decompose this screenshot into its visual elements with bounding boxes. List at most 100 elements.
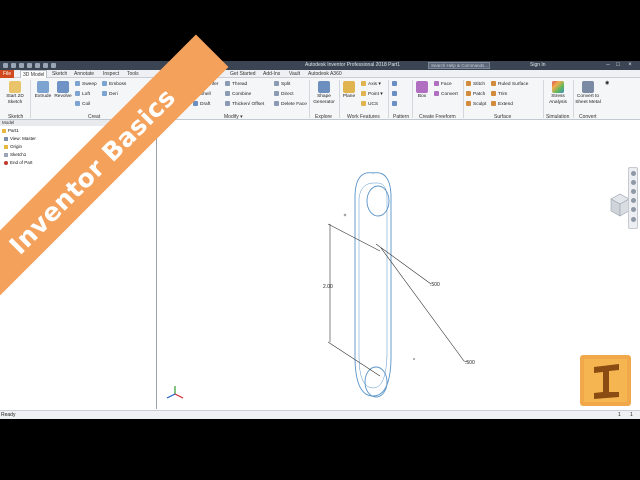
browser-item-origin[interactable]: Origin <box>4 144 22 150</box>
tab-tools[interactable]: Tools <box>127 70 139 78</box>
split-button[interactable]: Split <box>274 81 290 88</box>
status-text: Ready <box>1 412 16 418</box>
patch-button[interactable]: Patch <box>466 91 485 98</box>
search-input[interactable]: Search Help & Commands... <box>428 62 490 69</box>
browser-item-sketch1[interactable]: Sketch1 <box>4 152 26 158</box>
divider <box>388 80 389 118</box>
face-button[interactable]: Face <box>434 81 452 88</box>
convert-to-sheet-metal-button[interactable]: Convert to Sheet Metal <box>574 81 602 105</box>
box-button[interactable]: Box <box>414 81 430 100</box>
browser-item-end-of-part[interactable]: End of Part <box>4 160 33 166</box>
start-sketch-button[interactable]: Start 2D Sketch <box>3 81 27 105</box>
ucs-button[interactable]: UCS <box>361 101 378 108</box>
emboss-icon <box>102 81 107 86</box>
maximize-icon[interactable]: □ <box>614 62 622 69</box>
sculpt-button[interactable]: Sculpt <box>466 101 486 108</box>
circular-pattern-icon[interactable] <box>392 91 399 98</box>
extrude-button[interactable]: Extrude <box>33 81 53 100</box>
tab-file[interactable]: File <box>0 70 15 78</box>
stitch-button[interactable]: Stitch <box>466 81 485 88</box>
eye-icon[interactable]: ◉ <box>605 81 609 87</box>
save-icon[interactable] <box>27 63 32 68</box>
sketch-drawing: 2.00 .500 .500 <box>166 172 630 399</box>
view-icon <box>4 136 8 141</box>
plane-button[interactable]: Plane <box>341 81 357 100</box>
browser-item-part1[interactable]: Part1 <box>2 128 19 134</box>
combine-icon <box>225 91 230 96</box>
extrude-icon <box>37 81 49 93</box>
zoom-icon[interactable] <box>631 189 636 194</box>
full-navigation-wheel-icon[interactable] <box>631 171 636 176</box>
new-icon[interactable] <box>11 63 16 68</box>
axis-icon <box>361 81 366 86</box>
revolve-icon <box>57 81 69 93</box>
stress-analysis-button[interactable]: Stress Analysis <box>545 81 571 105</box>
ruled-surface-button[interactable]: Ruled Surface <box>491 81 528 88</box>
minimize-icon[interactable]: – <box>604 62 612 69</box>
dimension-lines <box>327 223 469 377</box>
draft-button[interactable]: Draft <box>193 101 210 108</box>
tab-annotate[interactable]: Annotate <box>74 70 94 78</box>
open-icon[interactable] <box>19 63 24 68</box>
cursor-icon <box>343 213 347 217</box>
derive-button[interactable]: Deri <box>102 91 118 98</box>
tab-autodesk-a360[interactable]: Autodesk A360 <box>308 70 342 78</box>
dimension-label[interactable]: .500 <box>430 282 440 288</box>
close-icon[interactable]: × <box>626 62 634 69</box>
face-icon <box>434 81 439 86</box>
extend-icon <box>491 101 496 106</box>
orbit-icon[interactable] <box>631 198 636 203</box>
plane-icon <box>343 81 355 93</box>
home-icon[interactable] <box>51 63 56 68</box>
tab-vault[interactable]: Vault <box>289 70 300 78</box>
inventor-logo <box>580 355 631 406</box>
browser-item-view[interactable]: View: Master <box>4 136 36 142</box>
shape-generator-button[interactable]: Shape Generator <box>311 81 337 105</box>
stitch-icon <box>466 81 471 86</box>
rectangular-pattern-icon[interactable] <box>392 81 399 88</box>
coil-button[interactable]: Coil <box>75 101 90 108</box>
emboss-button[interactable]: Emboss <box>102 81 126 88</box>
stress-analysis-icon <box>552 81 564 93</box>
customize-icon[interactable] <box>631 217 636 222</box>
sign-in-link[interactable]: Sign In <box>530 61 546 70</box>
view-cube-icon[interactable] <box>610 193 630 217</box>
convert-freeform-button[interactable]: Convert <box>434 91 458 98</box>
navigation-bar <box>628 167 638 229</box>
revolve-button[interactable]: Revolve <box>53 81 73 100</box>
loft-button[interactable]: Loft <box>75 91 90 98</box>
shape-generator-icon <box>318 81 330 93</box>
ribbon-panel: Start 2D Sketch Sketch Extrude Revolve S… <box>0 78 640 120</box>
extend-button[interactable]: Extend <box>491 101 513 108</box>
tab-add-ins[interactable]: Add-Ins <box>263 70 280 78</box>
tab-3d-model[interactable]: 3D Model <box>20 70 48 78</box>
inventor-window: Autodesk Inventor Professional 2018 Part… <box>0 61 640 419</box>
delete-face-button[interactable]: Delete Face <box>274 101 307 108</box>
mirror-icon[interactable] <box>392 101 399 108</box>
thread-button[interactable]: Thread <box>225 81 247 88</box>
undo-icon[interactable] <box>35 63 40 68</box>
look-at-icon[interactable] <box>631 207 636 212</box>
dimension-label[interactable]: 2.00 <box>323 284 333 290</box>
axis-button[interactable]: Axis ▾ <box>361 81 381 88</box>
trim-button[interactable]: Trim <box>491 91 507 98</box>
sweep-icon <box>75 81 80 86</box>
app-menu-icon[interactable] <box>3 63 8 68</box>
tab-get-started[interactable]: Get Started <box>230 70 256 78</box>
thread-icon <box>225 81 230 86</box>
direct-button[interactable]: Direct <box>274 91 294 98</box>
graphics-window[interactable]: 2.00 .500 .500 <box>158 120 640 409</box>
status-bar: Ready 1 1 <box>0 410 640 419</box>
point-button[interactable]: Point ▾ <box>361 91 383 98</box>
dimension-label[interactable]: .500 <box>465 360 475 366</box>
tab-inspect[interactable]: Inspect <box>103 70 119 78</box>
window-title: Autodesk Inventor Professional 2018 Part… <box>305 62 401 68</box>
sketch-icon <box>9 81 21 93</box>
thicken-offset-button[interactable]: Thicken/ Offset <box>225 101 264 108</box>
redo-icon[interactable] <box>43 63 48 68</box>
tab-sketch[interactable]: Sketch <box>52 70 67 78</box>
pan-icon[interactable] <box>631 180 636 185</box>
combine-button[interactable]: Combine <box>225 91 251 98</box>
end-of-part-icon <box>4 160 8 165</box>
sweep-button[interactable]: Sweep <box>75 81 97 88</box>
